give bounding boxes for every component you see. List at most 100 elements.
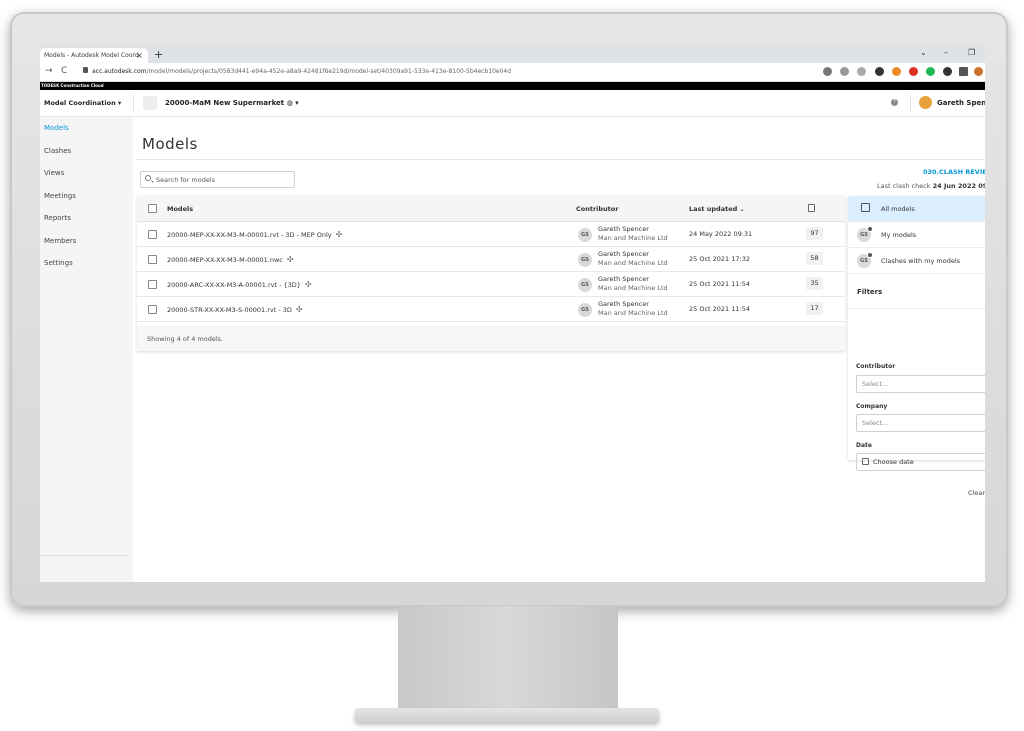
column-header-models[interactable]: Models: [167, 205, 193, 213]
search-input[interactable]: [156, 174, 291, 185]
search-box: [140, 171, 295, 188]
contributor-name: Gareth Spencer: [598, 300, 649, 308]
profile-icon[interactable]: [974, 67, 983, 76]
extension-red-icon[interactable]: [909, 67, 918, 76]
move-icon[interactable]: ✣: [287, 255, 294, 264]
screen: Models - Autodesk Model Coord × + ⌄ – ❐ …: [40, 45, 985, 582]
extension-stack-icon[interactable]: [875, 67, 884, 76]
avatar-initials: GS: [860, 258, 868, 264]
view-my-models[interactable]: GS My models: [848, 222, 985, 248]
move-icon[interactable]: ✣: [296, 305, 303, 314]
new-tab-button[interactable]: +: [154, 47, 163, 62]
last-clash-check-value: 24 Jun 2022 09: [932, 182, 985, 190]
last-updated: 25 Oct 2021 11:54: [689, 280, 750, 288]
clash-count: 17: [806, 302, 823, 315]
row-checkbox[interactable]: [148, 305, 157, 314]
date-picker[interactable]: Choose date: [856, 453, 985, 471]
cube-icon: [861, 203, 870, 212]
url-field[interactable]: acc.autodesk.com/model/models/projects/0…: [92, 68, 511, 75]
project-name: 20000-MaM New Supermarket: [165, 99, 285, 107]
contributor-company: Man and Machine Ltd: [598, 259, 668, 267]
move-icon[interactable]: ✣: [305, 280, 312, 289]
clash-badge-icon: [867, 252, 873, 258]
model-name-text: 20000-MEP-XX-XX-M3-M-00001.rvt - 3D - ME…: [167, 231, 332, 239]
clear-filters-button[interactable]: Clear: [968, 489, 985, 497]
model-name-text: 20000-STR-XX-XX-M3-S-00001.rvt - 3D: [167, 306, 292, 314]
contributor-company: Man and Machine Ltd: [598, 309, 668, 317]
last-updated: 24 May 2022 09:31: [689, 230, 753, 238]
sidebar-item-models[interactable]: Models: [44, 124, 69, 132]
view-clashes-with-my-models[interactable]: GS Clashes with my models: [848, 248, 985, 274]
title-divider: [137, 159, 985, 160]
extension-orange-icon[interactable]: [892, 67, 901, 76]
column-header-last-updated[interactable]: Last updated ⌄: [689, 205, 745, 213]
clash-count: 97: [806, 227, 823, 240]
calendar-icon: [862, 458, 869, 465]
avatar[interactable]: [919, 96, 932, 109]
sidepanel-icon[interactable]: [959, 67, 968, 76]
table-row[interactable]: 20000-ARC-XX-XX-M3-A-00001.rvt - {3D} ✣ G…: [137, 272, 845, 297]
reload-icon[interactable]: C: [61, 66, 67, 76]
browser-tab-bar: Models - Autodesk Model Coord × + ⌄ – ❐: [40, 45, 985, 63]
model-name: 20000-MEP-XX-XX-M3-M-00001.nwc ✣: [167, 255, 294, 264]
contributor-company: Man and Machine Ltd: [598, 284, 668, 292]
contributor-select[interactable]: Select...▾: [856, 375, 985, 393]
project-picker[interactable]: 20000-MaM New Supermarket ◍ ▾: [165, 99, 299, 107]
maximize-button[interactable]: ❐: [968, 48, 975, 57]
share-icon[interactable]: [840, 67, 849, 76]
model-set-link[interactable]: 030.CLASH REVIEW: [923, 168, 985, 176]
help-icon[interactable]: ?: [891, 99, 898, 106]
last-updated: 25 Oct 2021 17:32: [689, 255, 750, 263]
monitor-stand-base: [355, 708, 659, 722]
filter-badge-icon: [867, 226, 873, 232]
forward-icon[interactable]: →: [45, 66, 53, 76]
company-select-value: Select...: [862, 419, 889, 427]
project-thumbnail: [143, 96, 157, 110]
table-header: Models Contributor Last updated ⌄: [137, 196, 845, 222]
address-bar: → C acc.autodesk.com/model/models/projec…: [40, 63, 985, 82]
table-row[interactable]: 20000-STR-XX-XX-M3-S-00001.rvt - 3D ✣ GS …: [137, 297, 845, 322]
avatar: GS: [857, 226, 873, 242]
table-row[interactable]: 20000-MEP-XX-XX-M3-M-00001.rvt - 3D - ME…: [137, 222, 845, 247]
module-switcher[interactable]: Model Coordination ▾: [44, 99, 121, 107]
contributor-name: Gareth Spencer: [598, 275, 649, 283]
select-all-checkbox[interactable]: [148, 204, 157, 213]
sidebar-item-meetings[interactable]: Meetings: [44, 192, 76, 200]
monitor-stand-neck: [398, 606, 618, 712]
last-updated: 25 Oct 2021 11:54: [689, 305, 750, 313]
row-checkbox[interactable]: [148, 255, 157, 264]
minimize-button[interactable]: –: [944, 48, 948, 57]
tab-search-icon[interactable]: ⌄: [920, 48, 927, 57]
user-name[interactable]: Gareth Spence: [937, 99, 985, 107]
row-checkbox[interactable]: [148, 280, 157, 289]
sidebar-item-members[interactable]: Members: [44, 237, 76, 245]
sidebar-item-clashes[interactable]: Clashes: [44, 147, 71, 155]
clash-count: 35: [806, 277, 823, 290]
sidebar-item-settings[interactable]: Settings: [44, 259, 73, 267]
filters-divider: [848, 308, 985, 309]
sidebar-item-reports[interactable]: Reports: [44, 214, 71, 222]
tab-close-icon[interactable]: ×: [136, 48, 143, 63]
clash-count: 58: [806, 252, 823, 265]
avatar-initials: GS: [860, 232, 868, 238]
puzzle-icon[interactable]: [943, 67, 952, 76]
sort-desc-icon: ⌄: [739, 206, 745, 213]
column-header-last-updated-label: Last updated: [689, 205, 738, 213]
browser-tab[interactable]: Models - Autodesk Model Coord: [40, 48, 148, 63]
row-checkbox[interactable]: [148, 230, 157, 239]
table-row[interactable]: 20000-MEP-XX-XX-M3-M-00001.nwc ✣ GS Garet…: [137, 247, 845, 272]
view-all-models[interactable]: All models: [848, 196, 985, 222]
column-header-contributor[interactable]: Contributor: [576, 205, 618, 213]
clash-count-icon: [808, 204, 815, 212]
lock-icon: [83, 67, 88, 73]
chevron-down-icon: ▾: [117, 99, 122, 107]
eye-off-icon[interactable]: [823, 67, 832, 76]
chevron-down-icon: ▾: [295, 99, 299, 107]
move-icon[interactable]: ✣: [336, 230, 343, 239]
sidebar-item-views[interactable]: Views: [44, 169, 64, 177]
company-select[interactable]: Select...▾: [856, 414, 985, 432]
avatar: GS: [578, 253, 592, 267]
star-icon[interactable]: [857, 67, 866, 76]
extension-green-icon[interactable]: [926, 67, 935, 76]
avatar: GS: [857, 252, 873, 268]
